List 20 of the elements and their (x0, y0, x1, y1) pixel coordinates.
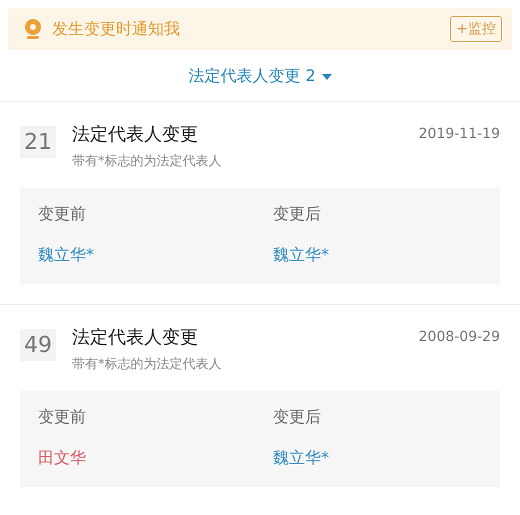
notice-text: 发生变更时通知我 (52, 18, 181, 40)
record-number: 49 (20, 329, 56, 361)
person-name[interactable]: 魏立华* (38, 245, 273, 266)
record-date: 2008-09-29 (418, 329, 500, 345)
record-note: 带有*标志的为法定代表人 (72, 153, 222, 170)
before-label: 变更前 (38, 204, 87, 225)
person-name[interactable]: 魏立华* (273, 245, 482, 266)
record-title: 法定代表人变更 (72, 326, 199, 349)
caret-icon (322, 74, 332, 80)
filter-dropdown[interactable]: 法定代表人变更 2 (188, 66, 332, 87)
record-date: 2019-11-19 (418, 126, 500, 142)
person-name[interactable]: 魏立华* (273, 448, 482, 469)
after-label: 变更后 (273, 204, 322, 225)
record-number: 21 (20, 126, 56, 158)
after-label: 变更后 (273, 407, 322, 428)
record-title: 法定代表人变更 (72, 123, 199, 146)
before-label: 变更前 (38, 407, 87, 428)
monitor-button[interactable]: +监控 (450, 16, 502, 42)
record-note: 带有*标志的为法定代表人 (72, 356, 222, 373)
person-name[interactable]: 田文华 (38, 448, 273, 469)
